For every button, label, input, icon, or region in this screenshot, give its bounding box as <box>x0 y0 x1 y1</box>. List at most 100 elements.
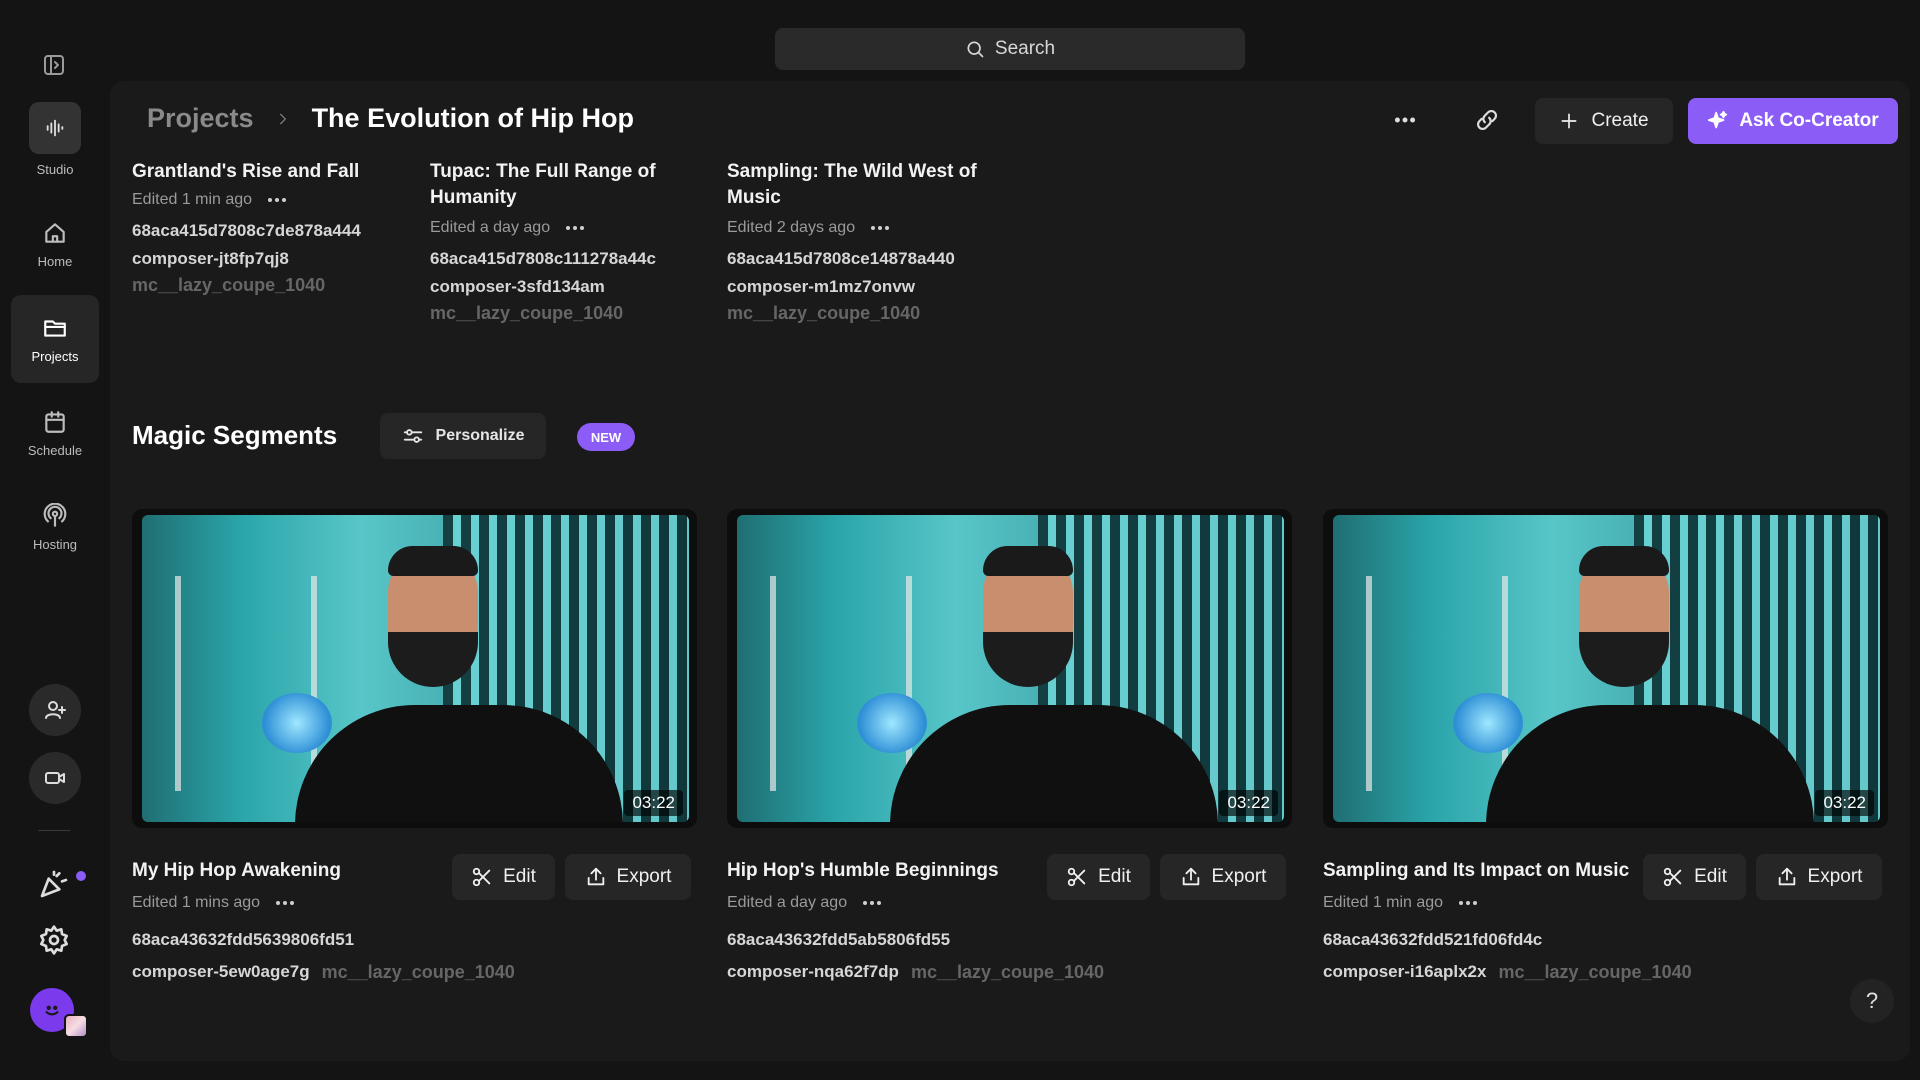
scissors-icon <box>472 867 491 887</box>
segment-title: Sampling and Its Impact on Music <box>1323 860 1630 881</box>
export-button[interactable]: Export <box>1160 854 1286 900</box>
export-label: Export <box>1807 866 1863 887</box>
personalize-label: Personalize <box>435 427 525 444</box>
search-input[interactable]: Search <box>775 28 1245 70</box>
duration-badge: 03:22 <box>624 790 683 816</box>
segment-edited: Edited 1 min ago <box>1323 894 1444 911</box>
segment-title: My Hip Hop Awakening <box>132 860 342 881</box>
new-badge: NEW <box>577 423 635 451</box>
segment-more-icon[interactable] <box>1457 899 1479 907</box>
edit-button[interactable]: Edit <box>1643 854 1746 900</box>
segment-tag: mc__lazy_coupe_1040 <box>1498 962 1692 982</box>
sidebar-item-studio[interactable]: Studio <box>11 95 99 183</box>
sidebar-item-label: Home <box>37 253 73 269</box>
sidebar: Studio Home Projects Schedule Hosting <box>0 0 110 1080</box>
project-card[interactable]: Grantland's Rise and Fall Edited 1 min a… <box>132 159 422 296</box>
chevron-right-icon <box>279 113 286 124</box>
sidebar-item-label: Hosting <box>32 536 78 552</box>
export-label: Export <box>616 866 672 887</box>
project-edited: Edited 2 days ago <box>727 219 856 236</box>
upload-icon <box>587 867 604 886</box>
link-icon[interactable] <box>1474 107 1500 133</box>
sidebar-item-label: Schedule <box>27 442 83 458</box>
calendar-icon <box>45 410 65 433</box>
project-title: Grantland's Rise and Fall <box>132 161 360 182</box>
segment-id: 68aca43632fdd5ab5806fd55 <box>727 930 951 949</box>
edit-button[interactable]: Edit <box>452 854 555 900</box>
segment-composer: composer-i16aplx2x <box>1323 962 1487 981</box>
top-bar: Search <box>0 0 1920 80</box>
search-icon <box>967 41 984 58</box>
segment-composer: composer-5ew0age7g <box>132 962 310 981</box>
segment-thumbnail[interactable]: 03:22 <box>727 509 1292 828</box>
project-tag: mc__lazy_coupe_1040 <box>727 303 921 323</box>
create-button-label: Create <box>1591 110 1649 131</box>
project-title: Sampling: The Wild West of Music <box>727 161 977 208</box>
personalize-button[interactable]: Personalize <box>380 413 546 459</box>
segment-id: 68aca43632fdd5639806fd51 <box>132 930 355 949</box>
sidebar-item-projects[interactable]: Projects <box>11 295 99 383</box>
help-button[interactable]: ? <box>1850 979 1894 1023</box>
settings-gear-icon[interactable] <box>38 924 70 956</box>
folder-icon <box>44 319 66 337</box>
segment-edited: Edited 1 mins ago <box>132 894 261 911</box>
smiley-icon <box>45 1005 59 1016</box>
home-icon <box>45 222 65 243</box>
breadcrumb-projects-link[interactable]: Projects <box>147 103 254 134</box>
project-composer: composer-3sfd134am <box>430 277 605 296</box>
edit-button[interactable]: Edit <box>1047 854 1150 900</box>
project-card[interactable]: Sampling: The Wild West of Music Edited … <box>727 159 997 324</box>
video-thumbnail-image <box>1333 515 1880 822</box>
segment-title: Hip Hop's Humble Beginnings <box>727 860 999 881</box>
project-more-icon[interactable] <box>869 224 891 232</box>
sidebar-item-hosting[interactable]: Hosting <box>11 483 99 571</box>
record-video-button[interactable] <box>29 752 81 804</box>
project-card[interactable]: Tupac: The Full Range of Humanity Edited… <box>430 159 690 324</box>
segment-edited: Edited a day ago <box>727 894 848 911</box>
segment-card: 03:22 Sampling and Its Impact on Music E… <box>1323 509 1888 988</box>
duration-badge: 03:22 <box>1815 790 1874 816</box>
segment-card: 03:22 Hip Hop's Humble Beginnings Edited… <box>727 509 1292 988</box>
create-button[interactable]: Create <box>1535 98 1673 144</box>
sidebar-divider <box>38 830 70 831</box>
sliders-icon <box>403 429 422 443</box>
project-title: Tupac: The Full Range of Humanity <box>430 161 656 208</box>
segment-thumbnail[interactable]: 03:22 <box>1323 509 1888 828</box>
sidebar-item-home[interactable]: Home <box>11 200 99 288</box>
project-tag: mc__lazy_coupe_1040 <box>132 275 326 295</box>
edit-label: Edit <box>1694 866 1727 887</box>
sidebar-toggle-icon[interactable] <box>42 53 66 77</box>
video-thumbnail-image <box>737 515 1284 822</box>
workspace-avatar[interactable] <box>64 1014 88 1038</box>
podcast-icon <box>43 502 67 527</box>
main-panel: Projects The Evolution of Hip Hop Create… <box>110 81 1910 1061</box>
edit-label: Edit <box>1098 866 1131 887</box>
search-placeholder: Search <box>994 38 1056 59</box>
scissors-icon <box>1663 867 1682 887</box>
export-button[interactable]: Export <box>1756 854 1882 900</box>
video-camera-icon <box>45 772 65 784</box>
export-button[interactable]: Export <box>565 854 691 900</box>
segment-tag: mc__lazy_coupe_1040 <box>321 962 515 982</box>
upload-icon <box>1182 867 1199 886</box>
project-edited: Edited 1 min ago <box>132 191 253 208</box>
waveform-icon <box>29 101 81 154</box>
segment-thumbnail[interactable]: 03:22 <box>132 509 697 828</box>
party-popper-icon[interactable] <box>38 868 70 900</box>
edit-label: Edit <box>503 866 536 887</box>
project-edited: Edited a day ago <box>430 219 551 236</box>
project-composer: composer-m1mz7onvw <box>727 277 915 296</box>
more-options-icon[interactable] <box>1392 107 1418 133</box>
ask-co-creator-button[interactable]: Ask Co-Creator <box>1688 98 1898 144</box>
page-title: The Evolution of Hip Hop <box>311 103 635 133</box>
sidebar-item-label: Projects <box>31 348 79 364</box>
project-more-icon[interactable] <box>564 224 586 232</box>
sidebar-item-schedule[interactable]: Schedule <box>11 389 99 477</box>
page-header: Projects The Evolution of Hip Hop Create… <box>110 81 1910 157</box>
segment-more-icon[interactable] <box>274 899 296 907</box>
project-more-icon[interactable] <box>266 196 288 204</box>
duration-badge: 03:22 <box>1219 790 1278 816</box>
invite-user-button[interactable] <box>29 684 81 736</box>
segment-more-icon[interactable] <box>861 899 883 907</box>
notification-dot <box>76 871 86 881</box>
